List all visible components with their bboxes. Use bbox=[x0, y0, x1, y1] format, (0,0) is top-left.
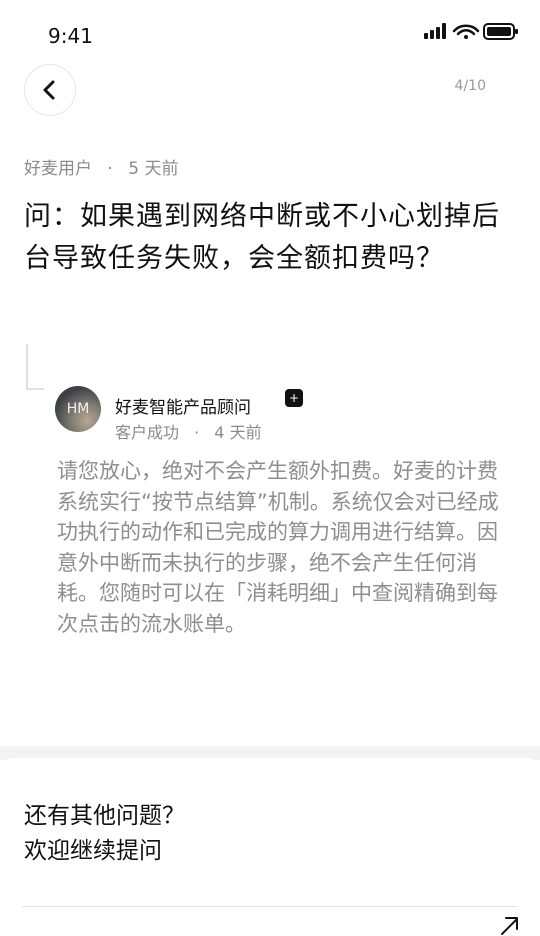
answer-meta: 客户成功 · 4 天前 bbox=[115, 419, 262, 443]
question-author: 好麦用户 bbox=[24, 159, 92, 179]
followup-subheading: 欢迎继续提问 bbox=[24, 838, 162, 864]
status-bar: 9:41 bbox=[0, 0, 540, 60]
answer-body: 请您放心，绝对不会产生额外扣费。好麦的计费系统实行“按节点结算”机制。系统仅会对… bbox=[57, 459, 499, 636]
answerer-role: 客户成功 bbox=[115, 423, 180, 442]
answer-time: 4 天前 bbox=[214, 423, 262, 442]
arrow-up-right-icon[interactable] bbox=[498, 914, 520, 936]
question-meta: 好麦用户 · 5 天前 bbox=[24, 154, 178, 179]
answerer-badge: + bbox=[285, 389, 303, 407]
wifi-icon bbox=[452, 24, 480, 39]
meta-separator: · bbox=[107, 159, 113, 179]
answerer-name: 好麦智能产品顾问 bbox=[115, 398, 251, 418]
back-button[interactable] bbox=[24, 64, 76, 116]
chevron-left-icon bbox=[43, 80, 55, 100]
status-icons bbox=[424, 23, 518, 40]
meta-separator: · bbox=[194, 423, 200, 442]
avatar[interactable]: HM bbox=[55, 386, 101, 432]
quote-bracket bbox=[26, 344, 44, 390]
signal-icon bbox=[424, 23, 446, 39]
status-time: 9:41 bbox=[48, 24, 93, 48]
page-indicator: 4/10 bbox=[454, 78, 486, 94]
followup-heading: 还有其他问题？ bbox=[24, 803, 185, 829]
question-title: 问：如果遇到网络中断或不小心划掉后台导致任务失败，会全额扣费吗？ bbox=[24, 201, 500, 274]
avatar-initials: HM bbox=[66, 401, 90, 417]
bottom-divider bbox=[22, 906, 518, 907]
question-time: 5 天前 bbox=[128, 159, 179, 179]
battery-icon bbox=[483, 23, 518, 40]
